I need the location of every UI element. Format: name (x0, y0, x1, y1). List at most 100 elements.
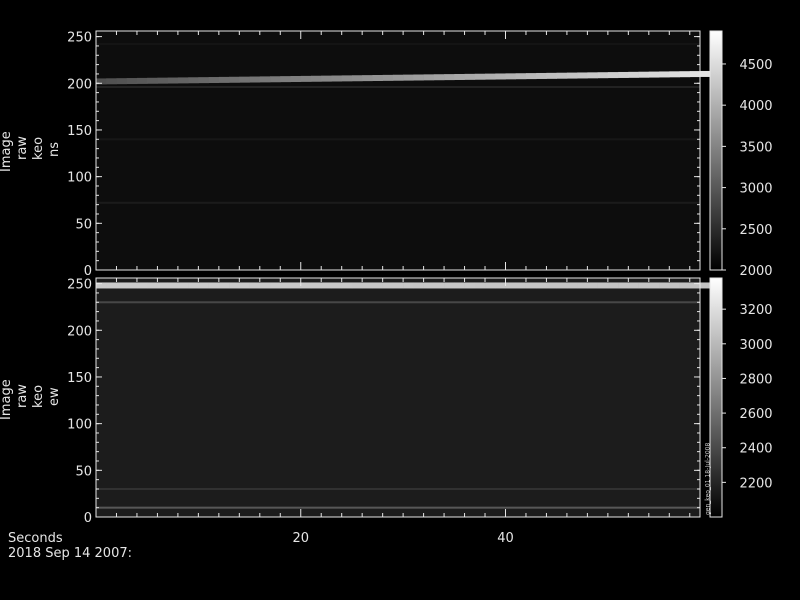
bright-band-1-0-seg-38 (485, 282, 496, 289)
bright-band-0-0-seg-51 (618, 71, 629, 78)
bright-band-0-0-seg-47 (577, 72, 588, 79)
cbtick-label-1-2400: 2400 (739, 442, 772, 457)
bright-band-0-0-seg-23 (331, 75, 343, 82)
bright-band-0-0-seg-40 (505, 73, 517, 80)
panel-0: 050100150200250200025003000350040004500 (67, 30, 773, 279)
cbtick-label-0-4500: 4500 (739, 58, 772, 73)
bright-band-1-0-seg-5 (147, 282, 158, 289)
bright-band-1-0-seg-41 (515, 282, 527, 289)
bright-band-1-0-seg-32 (423, 282, 435, 289)
ytick-label-0-150: 150 (67, 124, 92, 139)
bright-band-0-0-seg-22 (321, 75, 332, 82)
bright-band-1-0-seg-34 (444, 282, 455, 289)
bright-band-0-0-seg-14 (239, 76, 250, 83)
bright-band-1-0-seg-52 (628, 282, 639, 289)
bright-band-1-0-seg-1 (106, 282, 117, 289)
ytick-label-0-200: 200 (67, 77, 92, 92)
ylabel-top-line2: raw (15, 136, 30, 160)
bright-band-1-0-seg-37 (474, 282, 486, 289)
bright-band-1-0-seg-9 (188, 282, 199, 289)
bright-band-0-0-seg-57 (679, 71, 691, 78)
bright-band-1-0-seg-11 (208, 282, 220, 289)
bright-band-0-0-seg-11 (208, 77, 220, 84)
cbtick-label-0-2500: 2500 (739, 223, 772, 238)
cbtick-label-1-2600: 2600 (739, 407, 772, 422)
bright-band-1-0-seg-29 (392, 282, 404, 289)
bright-band-0-0-seg-16 (259, 76, 271, 83)
faint-band-0-0 (96, 86, 700, 89)
bright-band-0-0-seg-2 (116, 78, 128, 85)
bright-band-0-0-seg-8 (177, 77, 189, 84)
faint-band-0-3 (96, 43, 700, 46)
bright-band-1-0-seg-57 (679, 282, 691, 289)
bright-band-1-0-seg-4 (136, 282, 148, 289)
faint-band-0-2 (96, 201, 700, 204)
bright-band-1-0-seg-43 (536, 282, 547, 289)
bright-band-1-0-seg-19 (290, 282, 302, 289)
bright-band-1-0-seg-21 (310, 282, 322, 289)
bright-band-1-0-seg-47 (577, 282, 588, 289)
bright-band-0-0-seg-30 (403, 74, 414, 81)
bright-band-0-0-seg-26 (362, 75, 373, 82)
ylabel-top-line1: Image (0, 131, 14, 172)
ytick-label-0-100: 100 (67, 171, 92, 186)
bright-band-0-0-seg-13 (229, 76, 240, 83)
ytick-label-1-200: 200 (67, 324, 92, 339)
bright-band-1-0-seg-30 (403, 282, 414, 289)
bright-band-1-0-seg-13 (229, 282, 240, 289)
bright-band-0-0-seg-36 (464, 73, 476, 80)
cbtick-label-0-3000: 3000 (739, 182, 772, 197)
bright-band-0-0-seg-49 (597, 72, 609, 79)
bright-band-1-0-seg-46 (566, 282, 578, 289)
ytick-label-1-0: 0 (84, 511, 92, 526)
ytick-label-1-50: 50 (75, 464, 92, 479)
bright-band-0-0-seg-18 (280, 76, 291, 83)
bright-band-0-0-seg-56 (669, 71, 680, 78)
bright-band-0-0-seg-17 (270, 76, 281, 83)
bright-band-0-0-seg-31 (413, 74, 424, 81)
bright-band-1-0-seg-10 (198, 282, 209, 289)
faint-band-1-1 (96, 506, 700, 509)
bright-band-1-0-seg-35 (454, 282, 465, 289)
cbtick-label-0-4000: 4000 (739, 99, 772, 114)
bright-band-0-0-seg-24 (341, 75, 353, 82)
bright-band-0-0-seg-48 (587, 72, 598, 79)
ylabel-bottom-line2: raw (15, 384, 30, 408)
bright-band-1-0-seg-40 (505, 282, 517, 289)
bright-band-1-0-seg-8 (177, 282, 189, 289)
ytick-label-1-100: 100 (67, 418, 92, 433)
bright-band-1-0-seg-54 (648, 282, 660, 289)
bright-band-1-0-seg-55 (659, 282, 670, 289)
bright-band-1-0-seg-26 (362, 282, 373, 289)
bright-band-1-0-seg-53 (638, 282, 650, 289)
cbtick-label-1-2800: 2800 (739, 372, 772, 387)
bright-band-0-0-seg-12 (218, 76, 230, 83)
bright-band-0-0-seg-10 (198, 77, 209, 84)
bright-band-1-0-seg-14 (239, 282, 250, 289)
bright-band-0-0-seg-15 (249, 76, 261, 83)
bright-band-0-0-seg-19 (290, 76, 302, 83)
bright-band-1-0-seg-24 (341, 282, 353, 289)
ytick-label-1-250: 250 (67, 278, 92, 293)
bright-band-0-0-seg-6 (157, 77, 168, 84)
bright-band-0-0-seg-3 (126, 78, 138, 85)
bright-band-1-0-seg-15 (249, 282, 261, 289)
cbtick-label-0-2000: 2000 (739, 264, 772, 279)
colorbar-1 (710, 278, 722, 517)
ylabel-bottom-line1: Image (0, 379, 14, 420)
xtick-label-20: 20 (292, 531, 309, 546)
bright-band-1-0-seg-3 (126, 282, 138, 289)
bright-band-0-0-seg-42 (525, 73, 537, 80)
bright-band-0-0-seg-7 (167, 77, 179, 84)
bright-band-0-0-seg-35 (454, 73, 465, 80)
date-label: 2018 Sep 14 2007: (8, 546, 132, 561)
bright-band-1-0-seg-22 (321, 282, 332, 289)
bright-band-0-0-seg-43 (536, 72, 547, 79)
bright-band-1-0-seg-56 (669, 282, 680, 289)
ylabel-top: Image (0, 131, 14, 172)
ylabel-top-line4: ns (47, 141, 62, 157)
ytick-label-1-150: 150 (67, 371, 92, 386)
ylabel-top-3: keo (31, 137, 46, 160)
bright-band-1-0-seg-27 (372, 282, 383, 289)
bright-band-0-0-seg-45 (556, 72, 568, 79)
